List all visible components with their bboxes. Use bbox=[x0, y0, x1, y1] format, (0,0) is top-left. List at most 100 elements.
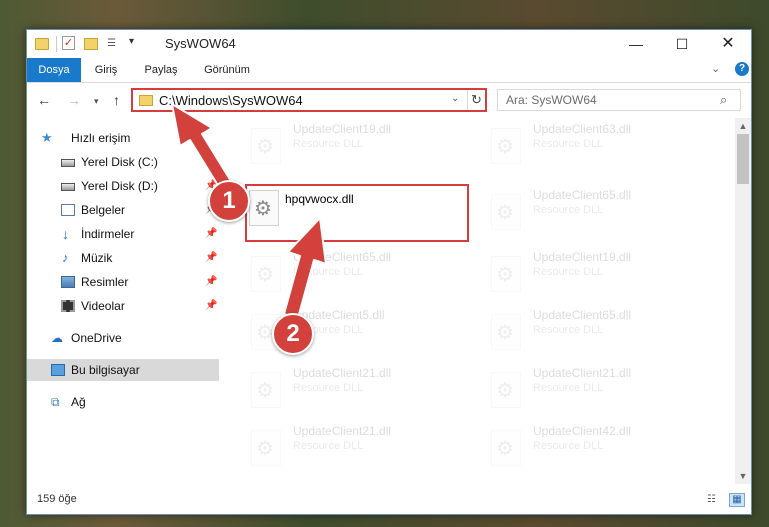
properties-icon[interactable]: ☰ bbox=[107, 38, 121, 50]
search-icon[interactable]: ⌕ bbox=[720, 92, 727, 108]
file-type: Resource DLL bbox=[533, 138, 604, 150]
file-item[interactable]: ⚙ UpdateClient65.dll Resource DLL bbox=[477, 184, 697, 240]
sidebar-item-label: Bu bilgisayar bbox=[71, 363, 140, 377]
search-input[interactable] bbox=[506, 93, 706, 107]
navigation-pane: ★ Hızlı erişim Yerel Disk (C:) 📌 Yerel D… bbox=[27, 122, 219, 484]
pin-icon[interactable]: 📌 bbox=[205, 247, 217, 269]
sidebar-item-this-pc[interactable]: Bu bilgisayar bbox=[27, 359, 219, 381]
gear-icon: ⚙ bbox=[496, 264, 514, 286]
recent-locations-chevron-icon[interactable]: ▾ bbox=[94, 96, 99, 107]
dll-file-icon: ⚙ bbox=[491, 372, 521, 408]
scroll-up-icon[interactable]: ▲ bbox=[735, 118, 751, 134]
sidebar-item-downloads[interactable]: ↓ İndirmeler 📌 bbox=[27, 223, 219, 245]
sidebar-item-pictures[interactable]: Resimler 📌 bbox=[27, 271, 219, 293]
computer-icon bbox=[51, 364, 65, 376]
customize-toolbar-chevron-icon[interactable]: ▾ bbox=[129, 36, 134, 52]
sidebar-item-music[interactable]: ♪ Müzik 📌 bbox=[27, 247, 219, 269]
file-name: UpdateClient19.dll bbox=[533, 250, 632, 264]
sidebar-item-label: Resimler bbox=[81, 275, 129, 289]
minimize-button[interactable]: — bbox=[613, 30, 659, 58]
download-icon: ↓ bbox=[62, 226, 69, 242]
file-type: Resource DLL bbox=[293, 266, 364, 278]
documents-icon bbox=[61, 204, 75, 216]
gear-icon: ⚙ bbox=[254, 198, 272, 220]
forward-arrow-icon[interactable]: → bbox=[67, 92, 81, 108]
file-item[interactable]: ⚙ UpdateClient19.dll Resource DLL bbox=[477, 246, 697, 302]
file-name: UpdateClient65.dll bbox=[533, 308, 632, 322]
dll-file-icon: ⚙ bbox=[251, 128, 281, 164]
folder-icon[interactable] bbox=[35, 38, 49, 50]
file-item[interactable]: ⚙ UpdateClient21.dll Resource DLL bbox=[237, 420, 457, 476]
sidebar-item-onedrive[interactable]: ☁ OneDrive bbox=[27, 327, 219, 349]
sidebar-item-label: Hızlı erişim bbox=[71, 131, 131, 145]
scrollbar-thumb[interactable] bbox=[737, 134, 749, 184]
gear-icon: ⚙ bbox=[256, 438, 274, 460]
step-badge-1: 1 bbox=[208, 180, 250, 222]
close-button[interactable]: ✕ bbox=[705, 30, 751, 58]
search-box[interactable]: ⌕ bbox=[497, 89, 741, 111]
large-icons-view-icon[interactable]: ▦ bbox=[729, 493, 745, 507]
file-item[interactable]: ⚙ UpdateClient19.dll Resource DLL bbox=[237, 118, 457, 174]
tab-view[interactable]: Görünüm bbox=[199, 58, 255, 82]
file-name: UpdateClient65.dll bbox=[533, 188, 632, 202]
new-folder-icon[interactable] bbox=[84, 38, 98, 50]
tab-file[interactable]: Dosya bbox=[27, 58, 81, 82]
file-item[interactable]: ⚙ UpdateClient63.dll Resource DLL bbox=[477, 118, 697, 174]
cloud-icon: ☁ bbox=[51, 331, 63, 345]
file-type: Resource DLL bbox=[533, 324, 604, 336]
file-name: UpdateClient63.dll bbox=[533, 122, 632, 136]
explorer-window: ✓ ☰ ▾ SysWOW64 — ☐ ✕ Dosya Giriş Paylaş … bbox=[26, 29, 752, 515]
properties-check-icon[interactable]: ✓ bbox=[62, 36, 75, 50]
sidebar-item-quick-access[interactable]: ★ Hızlı erişim bbox=[27, 127, 219, 149]
gear-icon: ⚙ bbox=[256, 380, 274, 402]
file-name: hpqvwocx.dll bbox=[285, 192, 354, 206]
up-arrow-icon[interactable]: ↑ bbox=[113, 92, 120, 108]
title-bar: ✓ ☰ ▾ SysWOW64 — ☐ ✕ bbox=[27, 30, 751, 58]
vertical-scrollbar[interactable]: ▲ ▼ bbox=[735, 118, 751, 484]
scroll-down-icon[interactable]: ▼ bbox=[735, 468, 751, 484]
dll-file-icon: ⚙ bbox=[251, 256, 281, 292]
pin-icon[interactable]: 📌 bbox=[205, 271, 217, 293]
file-item[interactable]: ⚙ UpdateClient21.dll Resource DLL bbox=[237, 362, 457, 418]
sidebar-item-videos[interactable]: Videolar 📌 bbox=[27, 295, 219, 317]
sidebar-item-documents[interactable]: Belgeler 📌 bbox=[27, 199, 219, 221]
file-item[interactable]: ⚙ UpdateClient42.dll Resource DLL bbox=[477, 420, 697, 476]
sidebar-item-local-disk-c[interactable]: Yerel Disk (C:) 📌 bbox=[27, 151, 219, 173]
navigation-bar: ← → ▾ ↑ C:\Windows\SysWOW64 ⌄ ↻ ⌕ bbox=[27, 84, 751, 118]
tab-home[interactable]: Giriş bbox=[89, 58, 123, 82]
address-path[interactable]: C:\Windows\SysWOW64 bbox=[159, 93, 303, 108]
address-bar[interactable]: C:\Windows\SysWOW64 ⌄ ↻ bbox=[131, 88, 487, 112]
pin-icon[interactable]: 📌 bbox=[205, 295, 217, 317]
help-icon[interactable]: ? bbox=[735, 62, 749, 76]
file-item[interactable]: ⚙ UpdateClient65.dll Resource DLL bbox=[237, 246, 457, 302]
tab-share[interactable]: Paylaş bbox=[139, 58, 183, 82]
file-item-selected[interactable]: ⚙ hpqvwocx.dll bbox=[245, 184, 469, 242]
pin-icon[interactable]: 📌 bbox=[205, 223, 217, 245]
drive-icon bbox=[61, 183, 75, 191]
sidebar-item-label: Yerel Disk (D:) bbox=[81, 179, 158, 193]
drive-icon bbox=[61, 159, 75, 167]
file-item[interactable]: ⚙ UpdateClient65.dll Resource DLL bbox=[477, 304, 697, 360]
sidebar-item-local-disk-d[interactable]: Yerel Disk (D:) 📌 bbox=[27, 175, 219, 197]
file-name: UpdateClient65.dll bbox=[293, 250, 392, 264]
sidebar-item-network[interactable]: ⧉ Ağ bbox=[27, 391, 219, 413]
back-arrow-icon[interactable]: ← bbox=[37, 92, 51, 108]
file-name: UpdateClient19.dll bbox=[293, 122, 392, 136]
file-item[interactable]: ⚙ UpdateClient5.dll Resource DLL bbox=[237, 304, 457, 360]
gear-icon: ⚙ bbox=[496, 380, 514, 402]
file-list: ⚙ UpdateClient19.dll Resource DLL ⚙ hpqv… bbox=[237, 118, 737, 484]
file-item[interactable]: ⚙ UpdateClient21.dll Resource DLL bbox=[477, 362, 697, 418]
refresh-icon[interactable]: ↻ bbox=[467, 90, 485, 110]
dll-file-icon: ⚙ bbox=[251, 372, 281, 408]
address-dropdown-chevron-icon[interactable]: ⌄ bbox=[451, 93, 459, 104]
videos-icon bbox=[61, 300, 75, 312]
pin-icon[interactable]: 📌 bbox=[205, 151, 217, 173]
sidebar-item-label: İndirmeler bbox=[81, 227, 135, 241]
expand-ribbon-chevron-icon[interactable]: ⌄ bbox=[711, 62, 720, 75]
dll-file-icon: ⚙ bbox=[249, 190, 279, 226]
file-type: Resource DLL bbox=[293, 138, 364, 150]
file-type: Resource DLL bbox=[293, 382, 364, 394]
gear-icon: ⚙ bbox=[496, 438, 514, 460]
maximize-button[interactable]: ☐ bbox=[659, 30, 705, 58]
details-view-icon[interactable]: ☷ bbox=[707, 494, 723, 506]
